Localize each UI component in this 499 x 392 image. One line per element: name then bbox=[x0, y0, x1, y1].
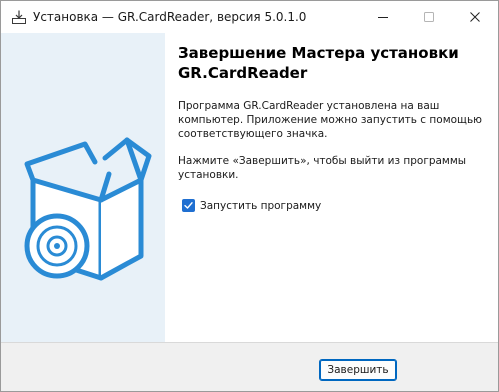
close-icon bbox=[470, 12, 480, 22]
finish-instruction-text: Нажмите «Завершить», чтобы выйти из прог… bbox=[178, 155, 467, 181]
software-box-with-disc-icon bbox=[24, 137, 152, 281]
launch-program-checkbox[interactable] bbox=[182, 199, 195, 212]
finish-button[interactable]: Завершить bbox=[319, 359, 397, 381]
maximize-button[interactable] bbox=[406, 1, 452, 33]
wizard-footer: Завершить bbox=[1, 343, 498, 391]
minimize-button[interactable] bbox=[360, 1, 406, 33]
wizard-content: Завершение Мастера установки GR.CardRead… bbox=[165, 33, 498, 342]
minimize-icon bbox=[378, 17, 388, 18]
maximize-icon bbox=[424, 12, 434, 22]
page-title: Завершение Мастера установки GR.CardRead… bbox=[178, 44, 459, 82]
install-complete-text: Программа GR.CardReader установлена на в… bbox=[178, 100, 482, 140]
wizard-side-panel bbox=[1, 33, 165, 342]
installer-window: Установка — GR.CardReader, версия 5.0.1.… bbox=[0, 0, 499, 392]
launch-program-label[interactable]: Запустить программу bbox=[200, 199, 321, 213]
window-title: Установка — GR.CardReader, версия 5.0.1.… bbox=[33, 10, 307, 24]
title-bar[interactable]: Установка — GR.CardReader, версия 5.0.1.… bbox=[1, 1, 498, 33]
installer-icon bbox=[11, 9, 27, 25]
checkmark-icon bbox=[184, 202, 193, 209]
close-button[interactable] bbox=[452, 1, 498, 33]
